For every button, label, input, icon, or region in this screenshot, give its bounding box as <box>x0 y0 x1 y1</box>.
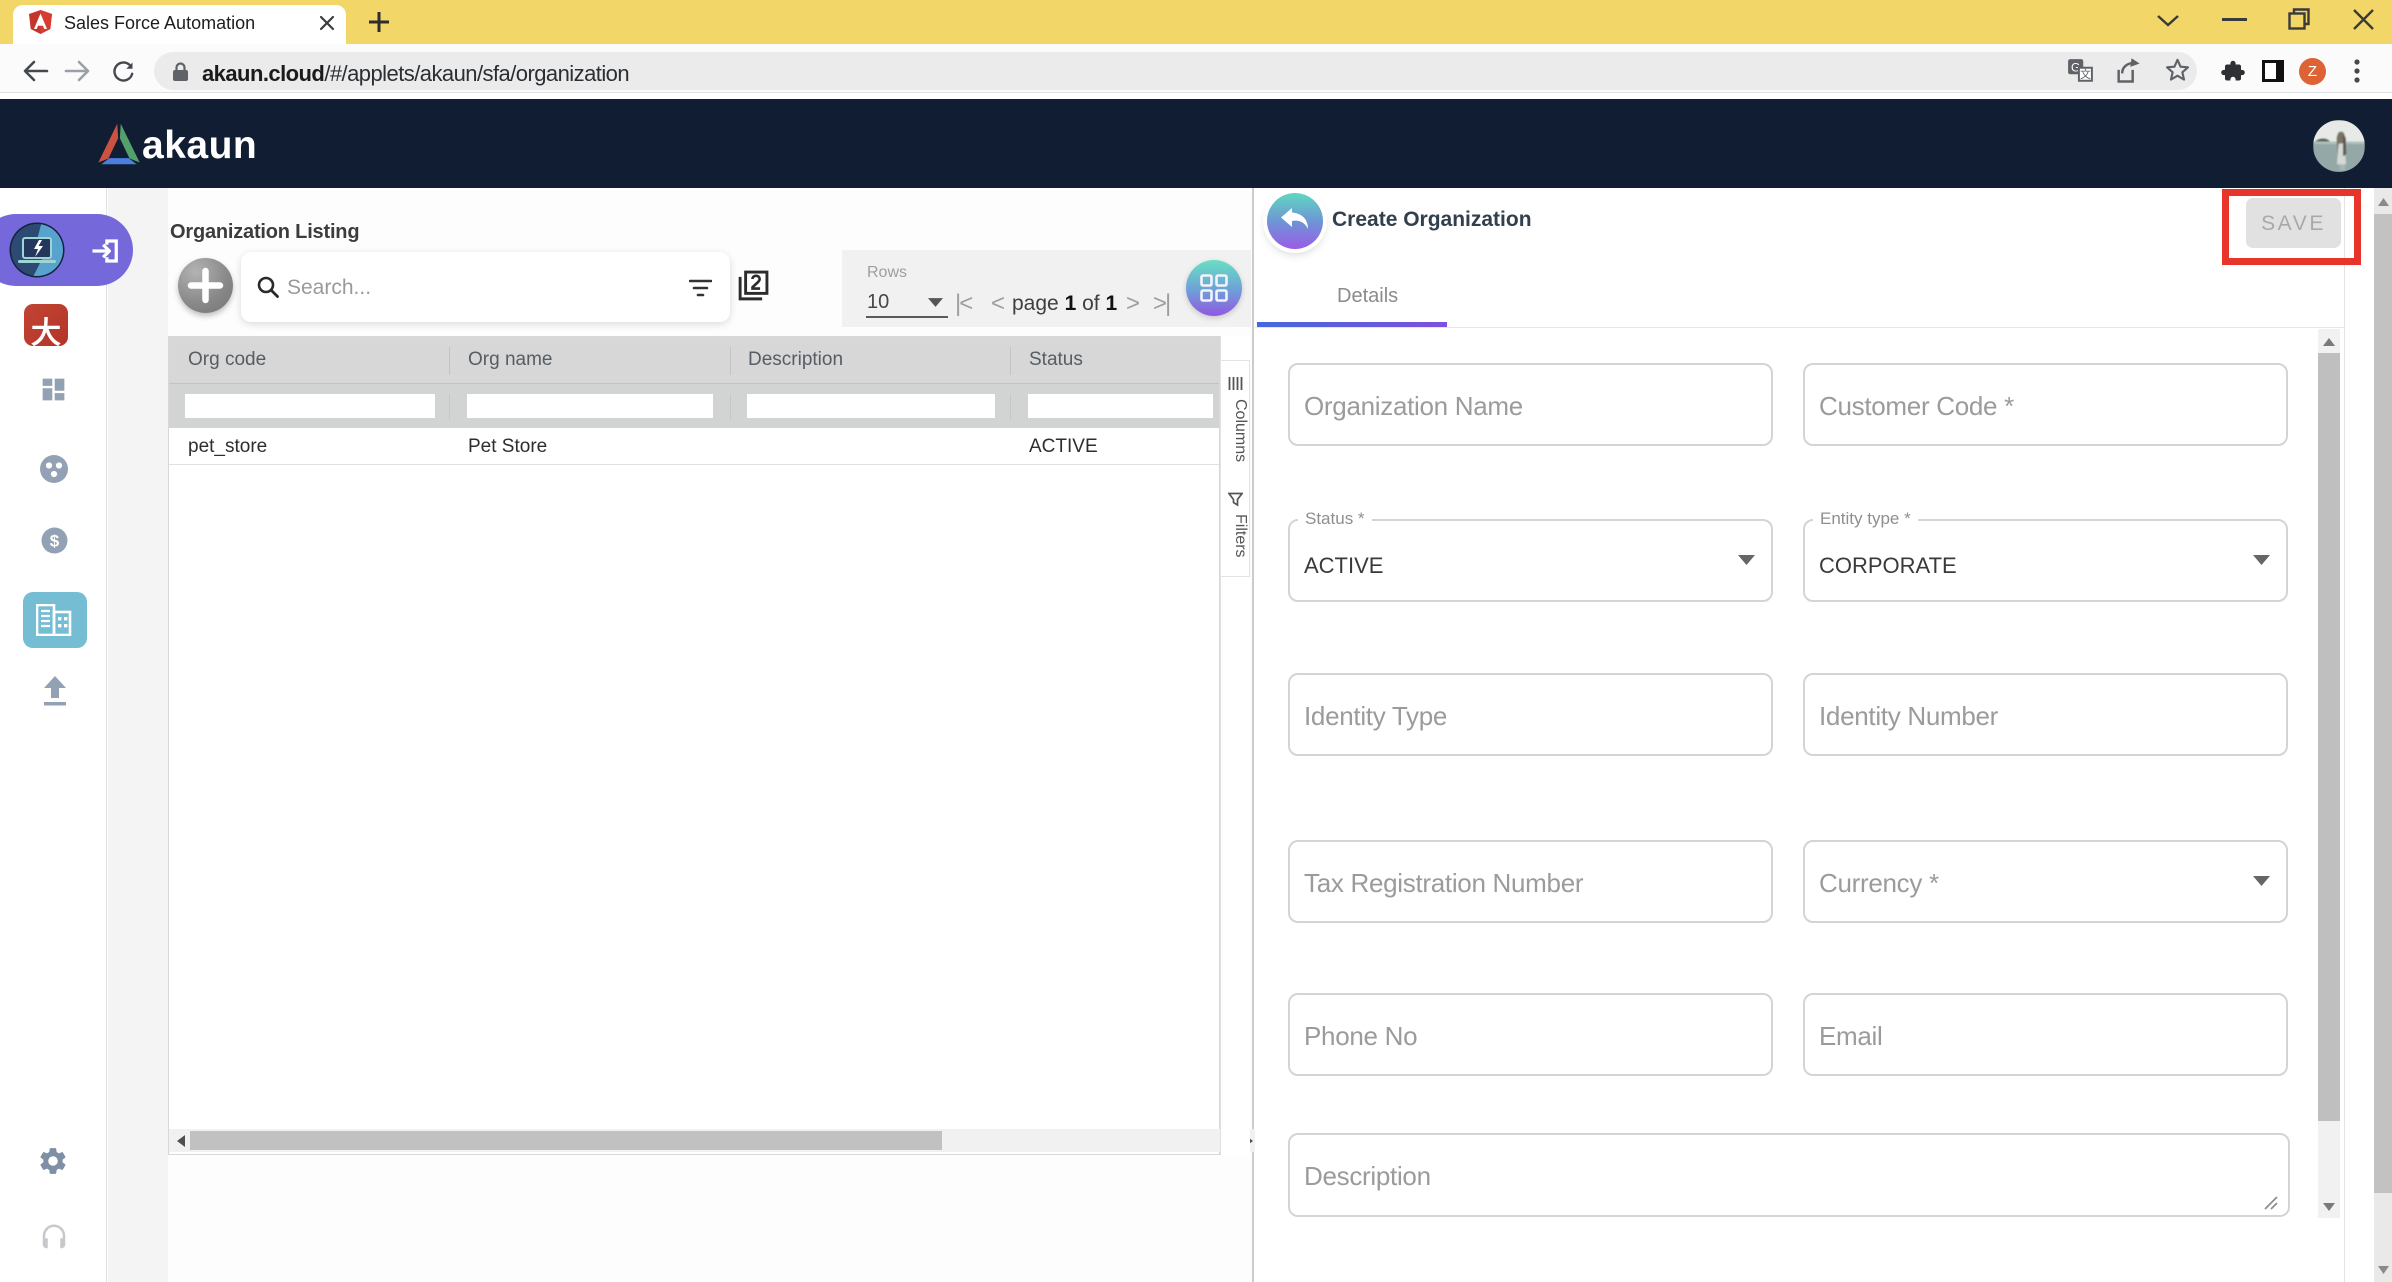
svg-text:文: 文 <box>2080 67 2091 81</box>
svg-text:$: $ <box>50 532 60 551</box>
